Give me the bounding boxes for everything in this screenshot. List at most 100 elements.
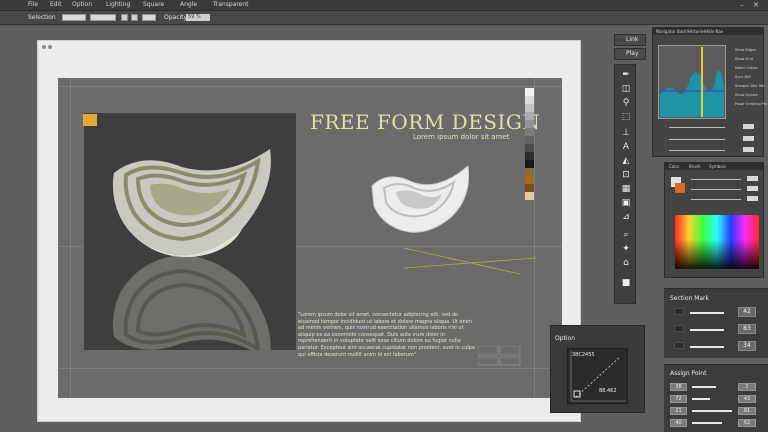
assign-left-value[interactable]: 21 [670, 407, 687, 415]
nav-value-box[interactable] [743, 136, 754, 141]
assign-slider[interactable] [692, 422, 722, 424]
color-swatch[interactable] [525, 144, 534, 152]
color-value-box[interactable] [747, 186, 758, 191]
menu-file[interactable]: File [28, 1, 38, 8]
selection-field[interactable] [62, 14, 86, 21]
color-slider[interactable] [691, 199, 741, 200]
assign-slider[interactable] [692, 410, 732, 412]
tab-brush[interactable]: Brush [689, 164, 701, 169]
color-swatch[interactable] [525, 88, 534, 96]
color-spectrum[interactable] [675, 215, 759, 269]
mark-swatch[interactable] [674, 325, 684, 332]
mark-value[interactable]: 34 [738, 341, 756, 351]
menu-option[interactable]: Option [72, 1, 92, 8]
nav-value-box[interactable] [743, 124, 754, 129]
gradient-icon[interactable]: ✦ [619, 243, 633, 255]
assign-slider[interactable] [692, 386, 716, 388]
shapes-icon[interactable]: ◫ [619, 83, 633, 95]
assign-right-value[interactable]: 2 [738, 383, 756, 391]
color-swatch[interactable] [525, 184, 534, 192]
menu-edit[interactable]: Edit [50, 1, 62, 8]
bowl-illustration [112, 149, 271, 350]
color-swatch[interactable] [525, 96, 534, 104]
color-slider[interactable] [691, 179, 741, 180]
stamp-icon[interactable]: ⌂ [619, 257, 633, 269]
window-dot-1[interactable] [42, 45, 46, 49]
tab-symbols[interactable]: Symbols [709, 164, 726, 169]
mark-swatch[interactable] [674, 308, 684, 315]
square-toggle-2[interactable] [131, 14, 138, 21]
brush-icon[interactable]: ⌕ [619, 229, 633, 241]
zoom-icon[interactable]: ⚲ [619, 97, 633, 109]
checkbox-label[interactable]: Show Guides [735, 93, 758, 97]
color-swatch[interactable] [525, 120, 534, 128]
color-swatch[interactable] [525, 160, 534, 168]
minimize-icon[interactable]: – [738, 1, 746, 9]
color-swatch[interactable] [525, 152, 534, 160]
color-swatch[interactable] [525, 192, 534, 200]
opacity-field[interactable]: 59 % [186, 14, 210, 21]
size-field[interactable] [90, 14, 116, 21]
close-icon[interactable]: ✕ [752, 1, 760, 9]
grid-icon[interactable]: ▦ [619, 183, 633, 195]
assign-slider[interactable] [692, 398, 710, 400]
color-swatch[interactable] [525, 104, 534, 112]
color-swatch[interactable] [525, 136, 534, 144]
window-dot-2[interactable] [48, 45, 52, 49]
mark-value[interactable]: 42 [738, 307, 756, 317]
menu-square[interactable]: Square [143, 1, 164, 8]
opacity-label: Opacity [164, 14, 188, 21]
color-swatch[interactable] [525, 128, 534, 136]
checkbox-label[interactable]: Show Grid [735, 57, 753, 61]
bucket-icon[interactable]: ◭ [619, 155, 633, 167]
link-button[interactable]: Link [614, 34, 646, 46]
square-toggle[interactable] [121, 14, 128, 21]
menu-lighting[interactable]: Lighting [106, 1, 130, 8]
tab-histories[interactable]: Back/Histories [677, 29, 706, 34]
menu-angle[interactable]: Angle [180, 1, 197, 8]
checkbox-label[interactable]: Match Colors [735, 66, 758, 70]
mark-value[interactable]: 83 [738, 324, 756, 334]
tab-color[interactable]: Color [669, 164, 679, 169]
color-value-box[interactable] [747, 176, 758, 181]
checkbox-label[interactable]: Show Edges [735, 48, 756, 52]
tab-hide-nav[interactable]: Hide Nav [705, 29, 723, 34]
assign-right-value[interactable]: 62 [738, 419, 756, 427]
nav-slider[interactable] [669, 127, 725, 128]
layers-icon[interactable]: ▣ [619, 197, 633, 209]
nav-slider[interactable] [669, 139, 725, 140]
color-swatch[interactable] [525, 176, 534, 184]
nav-value-box[interactable] [743, 147, 754, 152]
color-value-box[interactable] [747, 196, 758, 201]
assign-left-value[interactable]: 40 [670, 419, 687, 427]
assign-right-value[interactable]: 81 [738, 407, 756, 415]
text-icon[interactable]: A [619, 141, 633, 153]
eyedropper-icon[interactable]: ⊥ [619, 127, 633, 139]
select-icon[interactable]: ⬚ [619, 111, 633, 123]
pen-icon[interactable]: ✒ [619, 69, 633, 81]
fill-icon[interactable]: ■ [619, 277, 633, 289]
angle-field[interactable] [142, 14, 156, 21]
play-button[interactable]: Play [614, 48, 646, 60]
color-swatch[interactable] [525, 112, 534, 120]
tab-navigator[interactable]: Navigator [656, 29, 676, 34]
guide-line [58, 86, 562, 87]
background-color[interactable] [675, 183, 685, 193]
color-slider[interactable] [691, 189, 741, 190]
assign-left-value[interactable]: 72 [670, 395, 687, 403]
mark-slider[interactable] [690, 329, 724, 331]
crop-icon[interactable]: ⊡ [619, 169, 633, 181]
nav-slider[interactable] [669, 150, 725, 151]
guide-line [70, 78, 71, 398]
assign-right-value[interactable]: 43 [738, 395, 756, 403]
measure-icon[interactable]: ⊿ [619, 211, 633, 223]
menu-transparent[interactable]: Transparent [213, 1, 249, 8]
checkbox-label[interactable]: Paste Scrolling Pro [735, 102, 767, 106]
mark-slider[interactable] [690, 346, 724, 348]
assign-left-value[interactable]: 38 [670, 383, 687, 391]
color-swatch[interactable] [525, 168, 534, 176]
checkbox-label[interactable]: Sharpen Dist Rel. [735, 84, 765, 88]
checkbox-label[interactable]: Sync Diff [735, 75, 751, 79]
mark-slider[interactable] [690, 312, 724, 314]
mark-swatch[interactable] [674, 342, 684, 349]
